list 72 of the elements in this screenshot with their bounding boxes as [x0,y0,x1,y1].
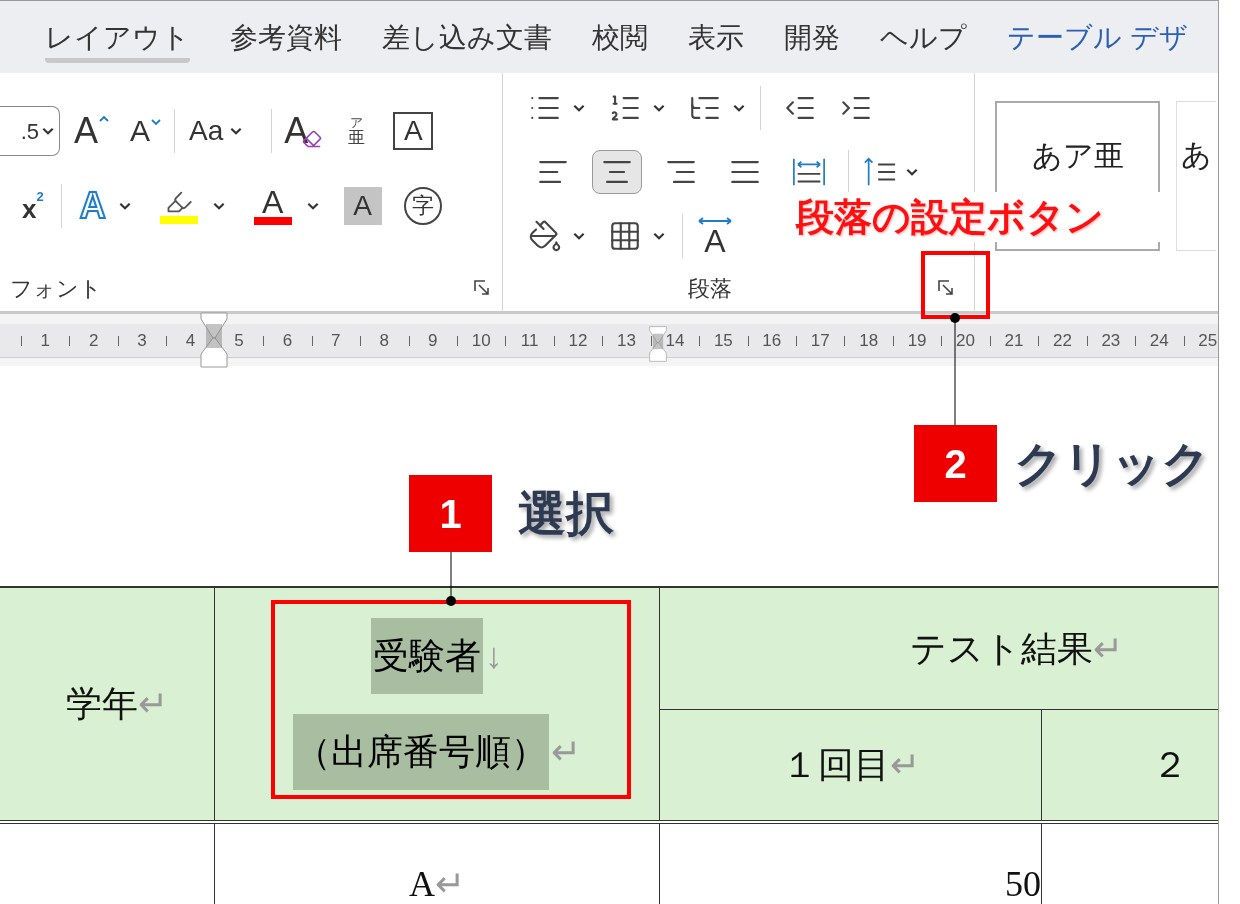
step-label: クリック [1014,435,1210,492]
shrink-font-button[interactable]: A [130,116,163,146]
ruler-number: 7 [331,332,341,349]
character-shading-button[interactable]: A [343,187,382,225]
font-color-button[interactable]: A [253,187,320,225]
ribbon-tab[interactable]: 校閲 [592,17,648,63]
launcher-icon [474,280,490,296]
ruler-number: 9 [428,332,438,349]
text-effects-button[interactable]: A [79,188,132,224]
indent-marker[interactable] [200,312,228,368]
ruler-number: 8 [379,332,389,349]
ruler-number: 4 [185,332,196,349]
phonetic-guide-button[interactable]: ア 亜 [348,116,366,146]
grow-font-button[interactable]: A [74,113,110,149]
step-number-badge: 1 [409,475,492,552]
cell-text: A↵ [409,866,465,902]
cell-text: 学年↵ [66,686,168,722]
ruler-number: 10 [471,332,491,349]
style-card[interactable]: あ [1176,101,1216,251]
ribbon-tab[interactable]: 開発 [784,17,840,63]
enclosed-character-button[interactable]: 字 [403,187,442,225]
ruler-number: 23 [1101,332,1121,349]
ruler-number: 24 [1149,332,1169,349]
ruler-number: 25 [1198,332,1218,349]
button-highlight-outline [921,251,990,319]
cell-text: ２ [1152,747,1188,783]
ribbon-tab[interactable]: ヘルプ [880,17,967,63]
ruler-number: 14 [665,332,685,349]
borders-icon [608,219,642,253]
font-size-field[interactable]: .5 [0,106,60,156]
ruler-number: 6 [282,332,293,349]
clear-formatting-button[interactable]: A [284,113,323,149]
ribbon-tab[interactable]: 差し込み文書 [382,17,552,63]
cell-text: テスト結果↵ [910,630,1123,667]
alignment-button[interactable] [592,150,642,194]
launcher-icon [938,280,954,296]
ribbon-tab[interactable]: 参考資料 [230,17,342,63]
ruler-number: 20 [956,332,975,349]
double-arrow-icon [697,216,733,226]
ruler-number: 3 [137,332,147,349]
borders-button[interactable] [608,219,666,253]
leader-line [446,552,456,606]
cell-text: １回目↵ [781,747,920,783]
ruler-number: 21 [1004,332,1024,349]
ruler-number: 18 [859,332,879,349]
ruler-number: 17 [810,332,830,349]
shading-button[interactable] [528,219,586,253]
ribbon-tab[interactable]: レイアウト [45,17,190,63]
dialog-launcher-button[interactable] [472,278,492,298]
ruler-number: 12 [568,332,588,349]
ribbon-tab[interactable]: 表示 [688,17,744,63]
ruler-number: 1 [40,332,50,349]
ruler-number: 15 [713,332,733,349]
ruler-number: 13 [617,332,636,349]
cell-text: 50 [1005,866,1041,902]
ruler-number: 22 [1052,332,1072,349]
ribbon-tab[interactable]: テーブル デザ [1007,17,1188,63]
ruler-number: 16 [762,332,782,349]
group-label: フォント [10,274,102,303]
step-label: 選択 [518,485,614,542]
ruler-number: 5 [234,332,244,349]
ruler-number: 11 [520,332,539,349]
ruler-number: 19 [907,332,927,349]
change-case-button[interactable]: Aa [189,117,244,145]
paint-bucket-icon [528,219,562,253]
dialog-launcher-button[interactable] [936,278,956,298]
caret-icon [150,116,163,128]
group-label: 段落 [688,274,732,303]
ruler-number: 2 [88,332,99,349]
step-number-badge: 2 [914,425,997,502]
character-border-button[interactable]: A [393,112,434,150]
asian-layout-button[interactable]: A [697,216,733,256]
